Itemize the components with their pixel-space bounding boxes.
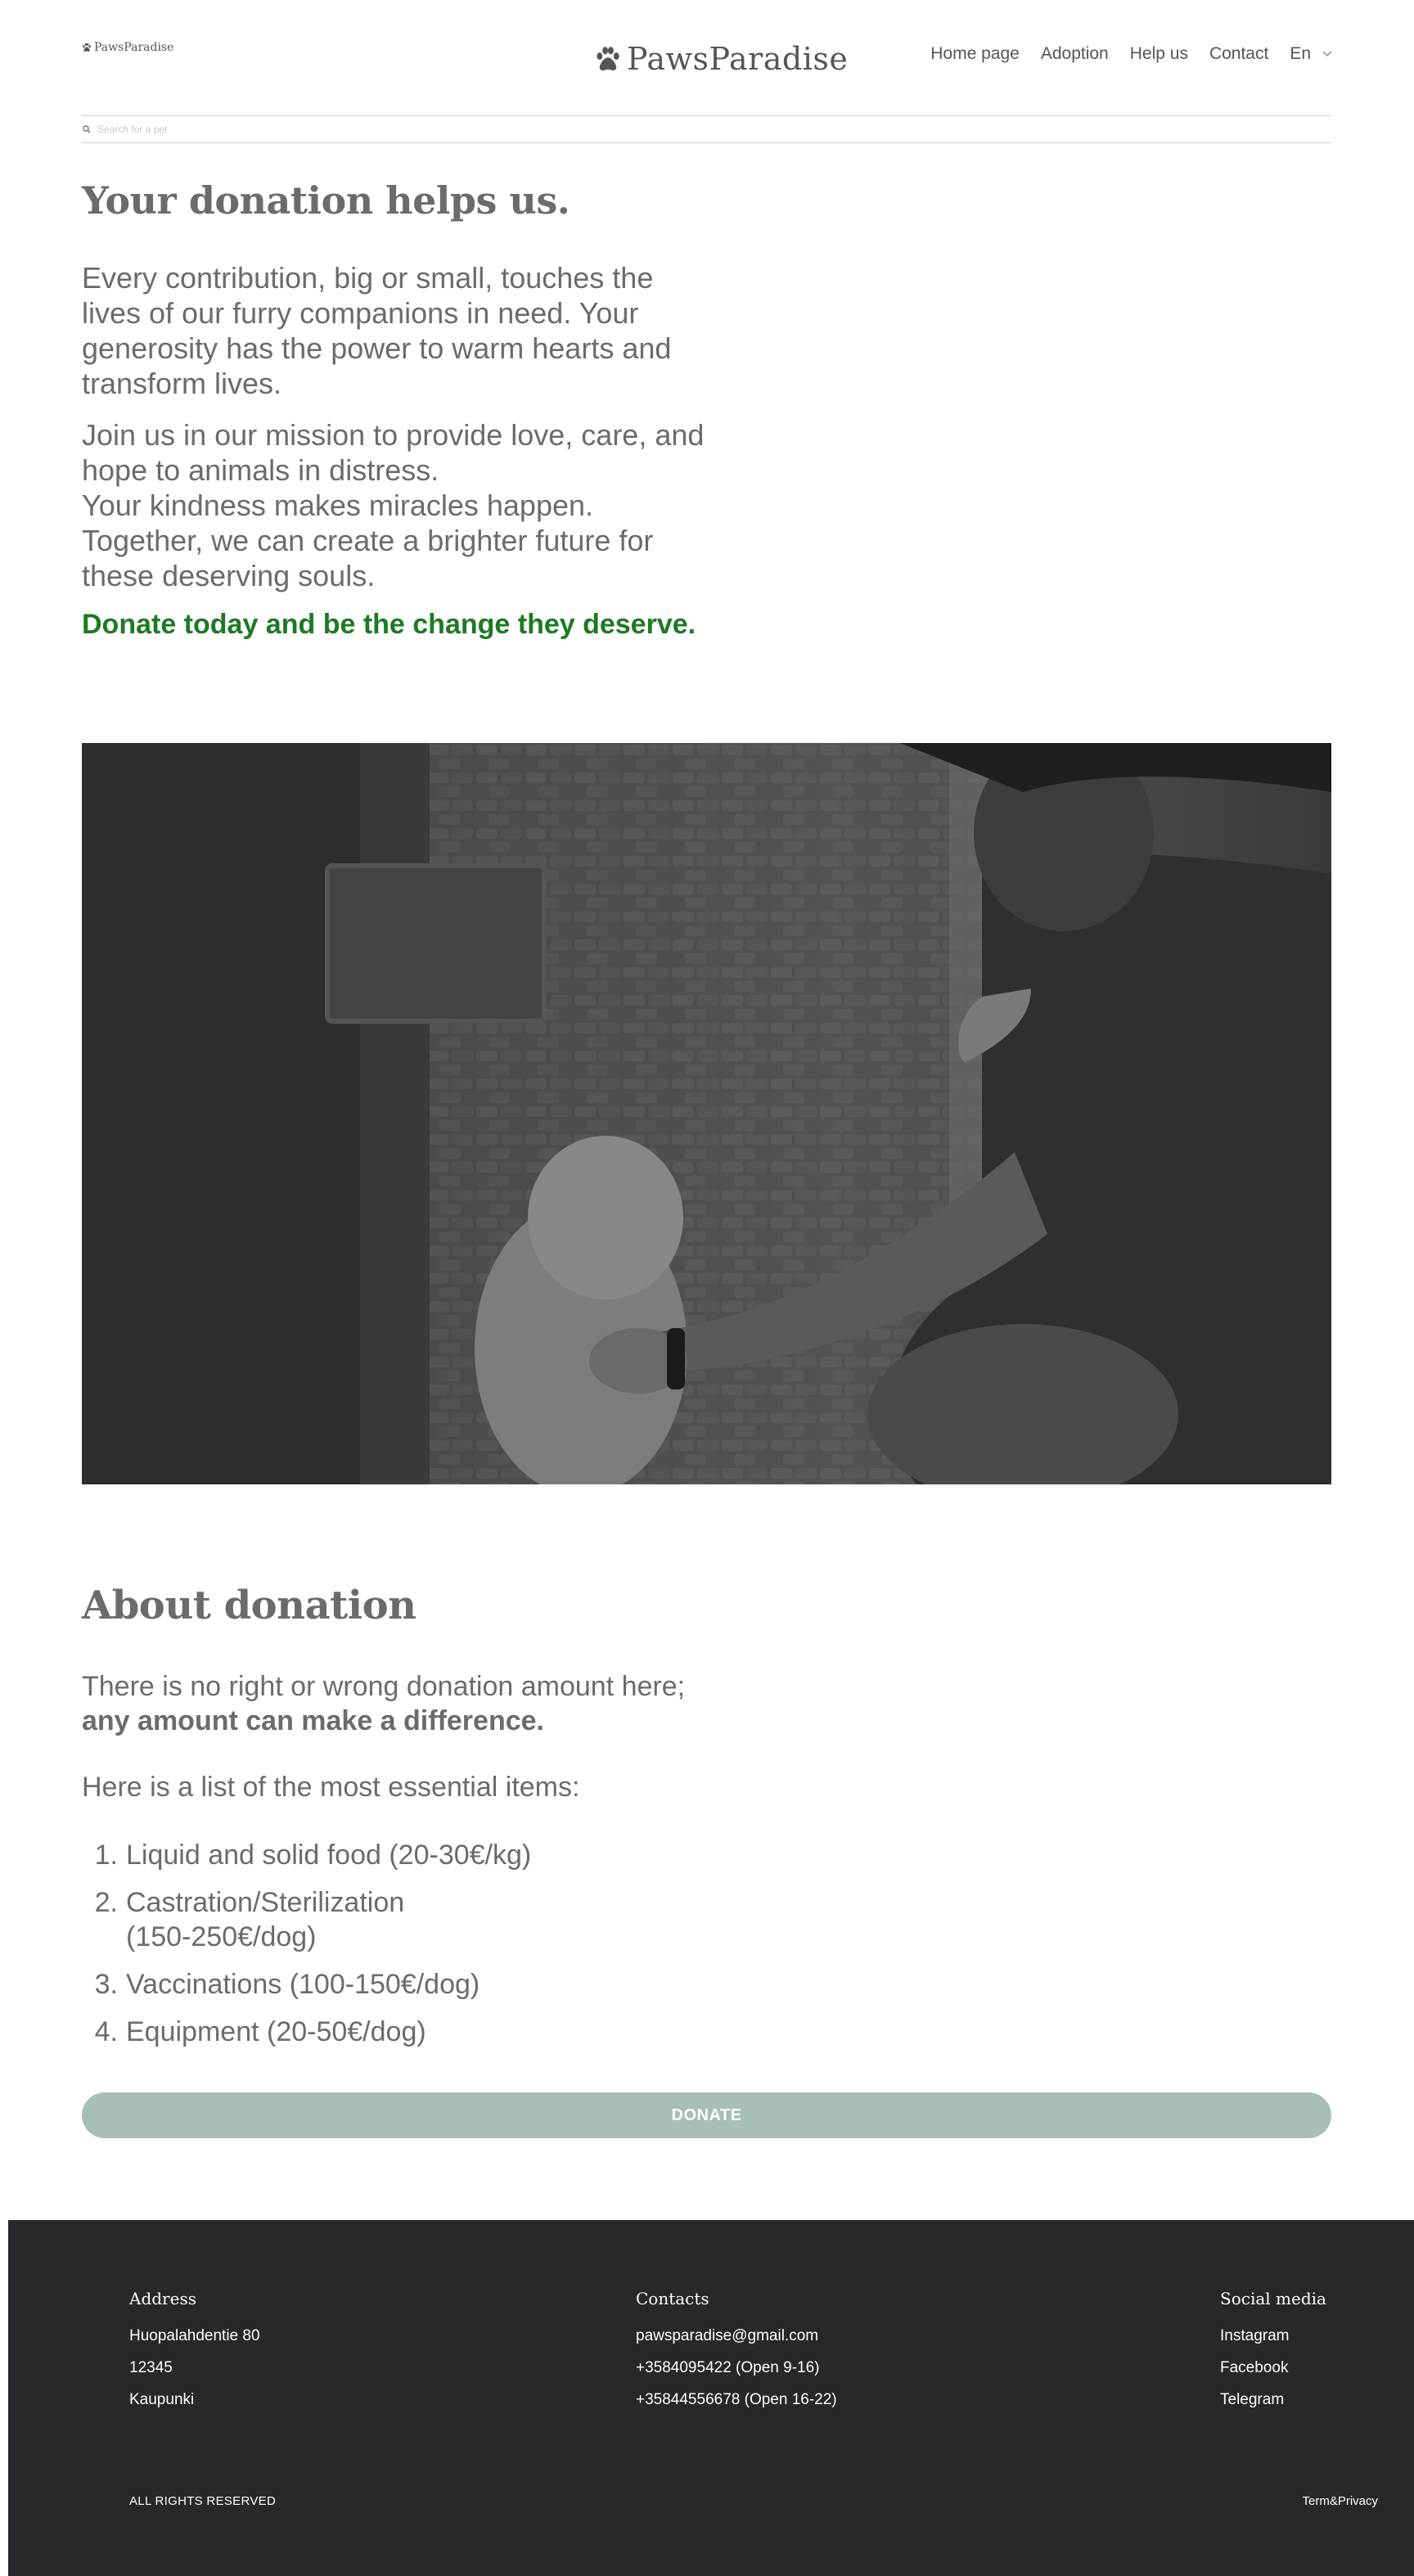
about-text: There is no right or wrong donation amou… <box>82 1669 704 1738</box>
footer-contacts: Contacts pawsparadise@gmail.com +3584095… <box>636 2289 837 2416</box>
nav-help-us[interactable]: Help us <box>1130 44 1188 64</box>
language-selector[interactable]: En <box>1290 44 1332 64</box>
footer-phone[interactable]: +35844556678 (Open 16-22) <box>636 2384 837 2416</box>
intro-paragraph: Join us in our mission to provide love, … <box>82 417 712 593</box>
list-item: 1. Liquid and solid food (20-30€/kg) <box>94 1840 532 1871</box>
footer-address-title: Address <box>129 2289 196 2308</box>
list-item: 4. Equipment (20-50€/dog) <box>94 2016 426 2047</box>
about-text-bold: any amount can make a difference. <box>82 1705 544 1736</box>
nav-contact[interactable]: Contact <box>1209 44 1268 64</box>
instagram-link[interactable]: Instagram <box>1220 2320 1326 2352</box>
list-item: 3. Vaccinations (100-150€/dog) <box>94 1969 480 2000</box>
page-title: Your donation helps us. <box>82 178 570 223</box>
nav-adoption[interactable]: Adoption <box>1041 44 1109 64</box>
intro-sentence: Join us in our mission to provide love, … <box>82 418 705 487</box>
footer-address-line: Huopalahdentie 80 <box>129 2327 260 2344</box>
essential-items-list: 1. Liquid and solid food (20-30€/kg) 2. Ca… <box>82 1838 589 2062</box>
list-item-text: Liquid and solid food (20-30€/kg) <box>126 1840 532 1871</box>
rights-reserved: ALL RIGHTS RESERVED <box>129 2494 277 2508</box>
list-item-text: Vaccinations (100-150€/dog) <box>126 1969 480 2000</box>
telegram-link[interactable]: Telegram <box>1220 2384 1326 2416</box>
small-logo[interactable]: PawsParadise <box>82 41 173 54</box>
footer: Address Huopalahdentie 80 12345 Kaupunki… <box>8 2220 1414 2576</box>
footer-address-line: Kaupunki <box>129 2391 195 2408</box>
about-text-regular: There is no right or wrong donation amou… <box>82 1671 686 1702</box>
search-bar <box>82 115 1331 143</box>
site-logo-text: PawsParadise <box>627 41 849 77</box>
footer-contacts-title: Contacts <box>636 2289 709 2308</box>
nav-home-page[interactable]: Home page <box>930 44 1020 64</box>
footer-social-title: Social media <box>1220 2289 1326 2308</box>
main-nav: Home page Adoption Help us Contact En <box>930 44 1332 64</box>
terms-privacy-link[interactable]: Term&Privacy <box>1302 2494 1378 2508</box>
call-to-action: Donate today and be the change they dese… <box>82 609 696 640</box>
search-input[interactable] <box>97 124 1243 135</box>
footer-address-line: 12345 <box>129 2359 173 2376</box>
footer-email[interactable]: pawsparadise@gmail.com <box>636 2320 837 2352</box>
intro-paragraph: Every contribution, big or small, touche… <box>82 261 672 400</box>
paw-icon <box>597 47 619 71</box>
footer-address: Address Huopalahdentie 80 12345 Kaupunki <box>129 2289 260 2416</box>
list-item: 2. Castration/Sterilization (150-250€/dog… <box>82 1885 589 1954</box>
site-logo[interactable]: PawsParadise <box>594 41 848 77</box>
essential-items-intro: Here is a list of the most essential ite… <box>82 1772 580 1803</box>
paw-icon <box>83 43 91 52</box>
about-title: About donation <box>82 1583 417 1628</box>
donate-button[interactable]: DONATE <box>82 2092 1331 2138</box>
footer-phone[interactable]: +3584095422 (Open 9-16) <box>636 2352 837 2384</box>
man-petting-dog-photo <box>82 743 1331 1484</box>
language-label: En <box>1290 44 1311 63</box>
hero-photo <box>82 743 1331 1484</box>
small-logo-text: PawsParadise <box>94 41 174 54</box>
intro-sentence: Your kindness makes miracles happen. Tog… <box>82 489 654 592</box>
footer-social: Social media Instagram Facebook Telegram <box>1220 2289 1326 2416</box>
facebook-link[interactable]: Facebook <box>1220 2352 1326 2384</box>
search-icon <box>83 125 91 133</box>
intro-text: Every contribution, big or small, touche… <box>82 260 712 610</box>
list-item-text: Equipment (20-50€/dog) <box>126 2016 426 2047</box>
chevron-down-icon <box>1322 51 1332 56</box>
list-item-text: Castration/Sterilization (150-250€/dog) <box>126 1887 405 1952</box>
